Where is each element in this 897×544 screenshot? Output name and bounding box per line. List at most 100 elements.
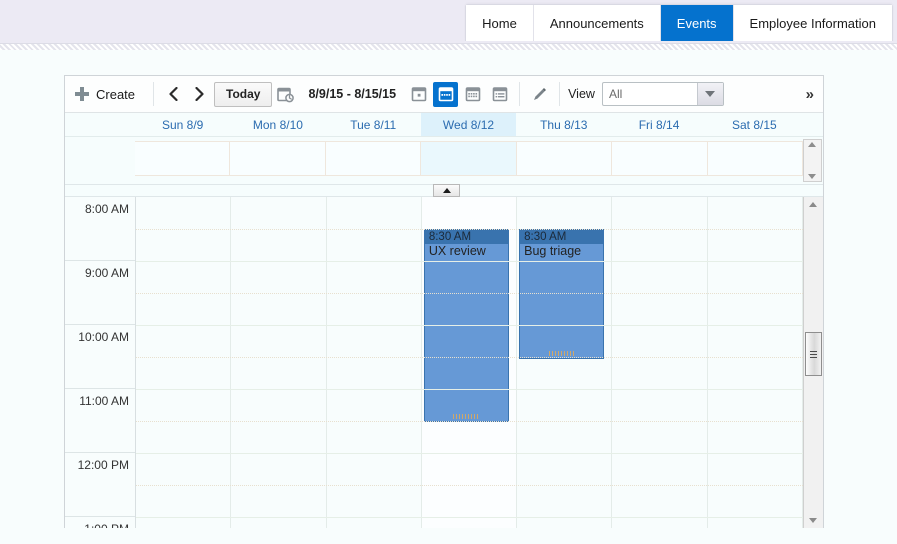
view-list-button[interactable] — [487, 82, 512, 107]
day-header-mon[interactable]: Mon 8/10 — [230, 113, 325, 136]
time-label-1pm: 1:00 PM — [84, 522, 129, 528]
time-slot-9am: 9:00 AM — [65, 261, 135, 325]
tab-employee-information[interactable]: Employee Information — [733, 5, 892, 41]
scrollbar-thumb[interactable] — [805, 332, 822, 376]
all-day-cell-wed[interactable] — [421, 141, 517, 176]
calendar-toolbar: Create Today 8/9/15 - 8/15/15 View All » — [65, 76, 823, 113]
tab-home[interactable]: Home — [466, 5, 534, 41]
day-column-fri[interactable] — [612, 197, 708, 528]
tab-announcements-label: Announcements — [549, 15, 644, 31]
event-resize-handle[interactable] — [425, 414, 508, 419]
calendar-month-icon — [465, 87, 480, 102]
event-bug-triage-title: Bug triage — [524, 244, 582, 258]
view-filter-dropdown-button[interactable] — [696, 83, 723, 105]
day-column-wed[interactable]: 8:30 AM UX review — [421, 197, 518, 528]
calendar-list-icon — [492, 87, 507, 102]
calendar-panel: Create Today 8/9/15 - 8/15/15 View All »… — [64, 75, 824, 528]
day-column-sun[interactable] — [136, 197, 232, 528]
all-day-gutter — [65, 137, 135, 184]
scroll-up-icon[interactable] — [808, 142, 817, 147]
event-ux-review-title: UX review — [428, 244, 486, 258]
splitter-collapse-handle[interactable] — [433, 184, 460, 197]
all-day-cell-mon[interactable] — [230, 141, 326, 176]
all-day-cell-sun[interactable] — [135, 141, 231, 176]
time-gutter: 8:00 AM 9:00 AM 10:00 AM 11:00 AM 12:00 … — [65, 197, 136, 528]
all-day-cell-thu[interactable] — [516, 141, 613, 176]
date-range-label: 8/9/15 - 8/15/15 — [308, 87, 397, 101]
time-slot-8am: 8:00 AM — [65, 197, 135, 261]
time-slot-12pm: 12:00 PM — [65, 453, 135, 517]
main-tab-strip: Home Announcements Events Employee Infor… — [465, 4, 893, 41]
create-button-label: Create — [96, 86, 136, 102]
day-header-gutter — [65, 113, 135, 136]
all-day-scrollbar[interactable] — [802, 139, 822, 182]
day-column-mon[interactable] — [231, 197, 327, 528]
plus-icon — [75, 87, 89, 101]
all-day-splitter[interactable] — [65, 184, 823, 197]
view-filter-label: View — [568, 87, 595, 101]
today-button[interactable]: Today — [214, 81, 273, 107]
event-resize-handle[interactable] — [520, 351, 603, 356]
all-day-cell-sat[interactable] — [707, 141, 803, 176]
toolbar-overflow-button[interactable]: » — [806, 86, 814, 103]
tab-home-label: Home — [482, 15, 517, 31]
view-filter-value: All — [608, 87, 623, 101]
tab-employee-information-label: Employee Information — [749, 15, 876, 31]
chevron-left-icon — [168, 87, 178, 101]
all-day-cell-tue[interactable] — [325, 141, 422, 176]
view-day-button[interactable] — [406, 82, 431, 107]
day-header-sat[interactable]: Sat 8/15 — [707, 113, 802, 136]
view-week-button[interactable] — [433, 81, 459, 107]
day-header-scroll-spacer — [802, 113, 823, 136]
chevron-right-icon — [194, 87, 204, 101]
chevron-down-icon — [705, 91, 716, 97]
scroll-down-icon[interactable] — [808, 174, 817, 179]
all-day-cell-fri[interactable] — [612, 141, 708, 176]
scrollbar-grip-icon — [810, 350, 817, 358]
create-button[interactable]: Create — [65, 81, 147, 107]
view-filter-select[interactable]: All — [601, 82, 724, 106]
time-label-12pm: 12:00 PM — [77, 458, 129, 472]
day-column-sat[interactable] — [708, 197, 803, 528]
event-bug-triage-time: 8:30 AM — [520, 230, 604, 244]
all-day-row — [65, 137, 823, 184]
toolbar-overflow-label: » — [805, 85, 814, 103]
goto-date-button[interactable] — [273, 82, 298, 107]
toolbar-divider-3 — [559, 82, 561, 106]
day-header-fri[interactable]: Fri 8/14 — [611, 113, 706, 136]
calendar-day-icon — [411, 87, 426, 102]
time-label-10am: 10:00 AM — [78, 330, 129, 344]
time-slot-1pm: 1:00 PM — [65, 517, 135, 528]
day-header-wed[interactable]: Wed 8/12 — [420, 113, 517, 136]
day-columns: 8:30 AM UX review 8:30 AM Bug triage — [136, 197, 803, 528]
today-button-label: Today — [226, 87, 261, 101]
triangle-up-icon — [442, 188, 451, 193]
tab-announcements[interactable]: Announcements — [533, 5, 661, 41]
event-bug-triage[interactable]: 8:30 AM Bug triage — [519, 229, 605, 359]
pencil-icon — [534, 87, 547, 100]
tab-events-label: Events — [676, 15, 717, 31]
day-header-row: Sun 8/9 Mon 8/10 Tue 8/11 Wed 8/12 Thu 8… — [65, 113, 823, 137]
time-slot-10am: 10:00 AM — [65, 325, 135, 389]
calendar-clock-icon — [277, 87, 295, 102]
tab-events[interactable]: Events — [660, 5, 734, 41]
previous-week-button[interactable] — [160, 82, 186, 106]
event-ux-review-time: 8:30 AM — [424, 230, 509, 244]
time-label-8am: 8:00 AM — [84, 202, 129, 216]
time-grid: 8:00 AM 9:00 AM 10:00 AM 11:00 AM 12:00 … — [65, 197, 823, 528]
day-column-thu[interactable]: 8:30 AM Bug triage — [517, 197, 613, 528]
scroll-up-icon[interactable] — [809, 202, 817, 207]
time-grid-scrollbar[interactable] — [803, 197, 823, 528]
toolbar-divider-2 — [519, 82, 521, 106]
scroll-down-icon[interactable] — [809, 518, 817, 523]
day-header-sun[interactable]: Sun 8/9 — [135, 113, 230, 136]
day-header-tue[interactable]: Tue 8/11 — [326, 113, 421, 136]
time-label-9am: 9:00 AM — [84, 266, 129, 280]
day-column-tue[interactable] — [327, 197, 422, 528]
day-header-thu[interactable]: Thu 8/13 — [516, 113, 611, 136]
event-ux-review[interactable]: 8:30 AM UX review — [423, 229, 510, 422]
view-month-button[interactable] — [460, 82, 485, 107]
edit-button[interactable] — [527, 82, 552, 107]
next-week-button[interactable] — [186, 82, 212, 106]
time-label-11am: 11:00 AM — [79, 394, 129, 408]
